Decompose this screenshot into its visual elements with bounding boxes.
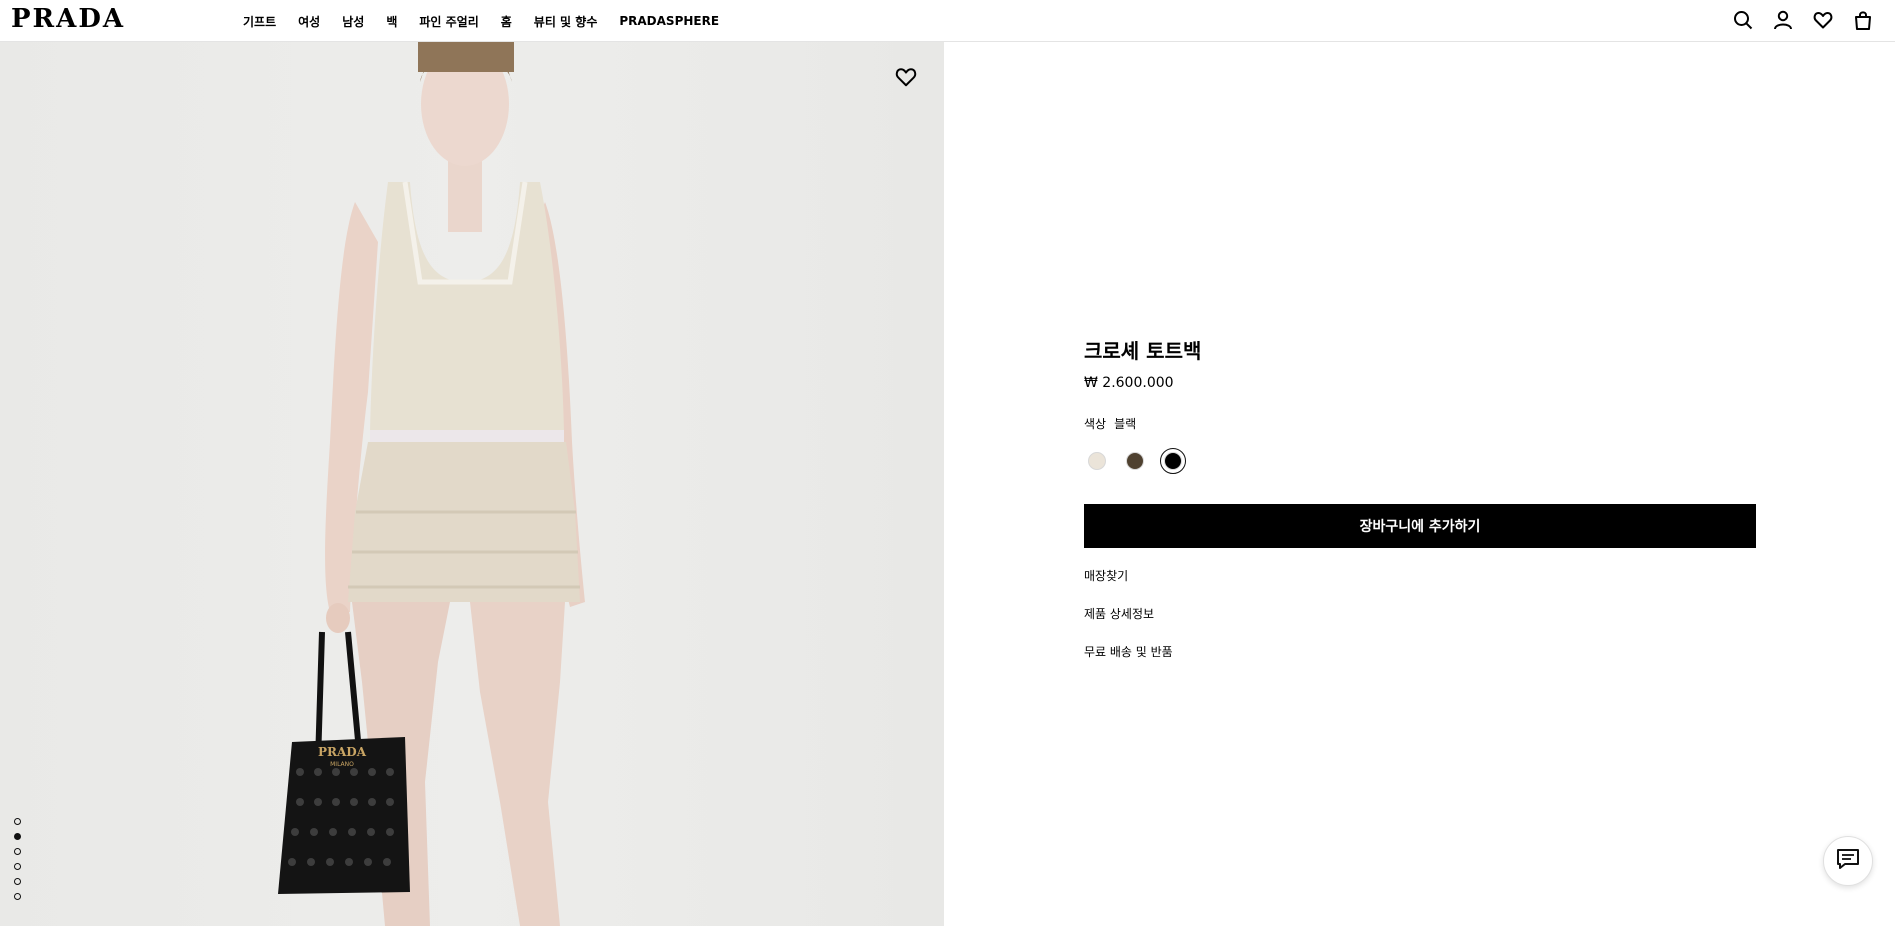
swatch-ivory-dot xyxy=(1088,452,1106,470)
nav-item-home[interactable]: 홈 xyxy=(501,13,512,30)
product-image-gallery[interactable]: PRADA MILANO xyxy=(0,42,944,926)
nav-item-men[interactable]: 남성 xyxy=(342,13,364,30)
swatch-brown[interactable] xyxy=(1122,448,1148,474)
swatch-ivory[interactable] xyxy=(1084,448,1110,474)
wishlist-icon[interactable] xyxy=(1811,8,1835,32)
site-header: PRADA 기프트 여성 남성 백 파인 주얼리 홈 뷰티 및 향수 PRADA… xyxy=(0,0,1895,42)
gallery-dot-4[interactable] xyxy=(14,863,21,870)
chat-icon xyxy=(1836,848,1860,874)
nav-item-women[interactable]: 여성 xyxy=(298,13,320,30)
main-nav: 기프트 여성 남성 백 파인 주얼리 홈 뷰티 및 향수 PRADASPHERE xyxy=(243,0,741,42)
product-price: ₩ 2.600.000 xyxy=(1084,375,1174,391)
color-swatches xyxy=(1084,448,1756,474)
gallery-dot-6[interactable] xyxy=(14,893,21,900)
nav-item-pradasphere[interactable]: PRADASPHERE xyxy=(619,14,719,28)
swatch-brown-dot xyxy=(1126,452,1144,470)
gallery-dot-1[interactable] xyxy=(14,818,21,825)
product-photo: PRADA MILANO xyxy=(278,42,585,926)
nav-item-bags[interactable]: 백 xyxy=(386,13,397,30)
gallery-dot-2[interactable] xyxy=(14,833,21,840)
find-store-link[interactable]: 매장찾기 xyxy=(1084,568,1756,584)
nav-item-beauty[interactable]: 뷰티 및 향수 xyxy=(534,13,598,30)
shipping-returns-link[interactable]: 무료 배송 및 반품 xyxy=(1084,644,1756,660)
swatch-black-dot xyxy=(1164,452,1182,470)
nav-item-gifts[interactable]: 기프트 xyxy=(243,13,276,30)
color-value: 블랙 xyxy=(1114,417,1137,431)
prada-logo[interactable]: PRADA xyxy=(11,4,125,34)
account-icon[interactable] xyxy=(1771,8,1795,32)
product-links: 매장찾기 제품 상세정보 무료 배송 및 반품 xyxy=(1084,568,1756,660)
header-icons xyxy=(1731,8,1875,32)
nav-item-fine-jewelry[interactable]: 파인 주얼리 xyxy=(419,13,478,30)
gallery-pagination xyxy=(14,818,21,900)
add-to-cart-button[interactable]: 장바구니에 추가하기 xyxy=(1084,504,1756,548)
search-icon[interactable] xyxy=(1731,8,1755,32)
bag-logo-text: PRADA xyxy=(318,745,367,759)
bag-icon[interactable] xyxy=(1851,8,1875,32)
product-details-link[interactable]: 제품 상세정보 xyxy=(1084,606,1756,622)
product-info-panel: 크로셰 토트백 ₩ 2.600.000 색상 블랙 장바구니에 추가하기 매장찾… xyxy=(1084,337,1756,682)
product-title: 크로셰 토트백 xyxy=(1084,339,1202,363)
color-label: 색상 xyxy=(1084,417,1107,431)
swatch-black[interactable] xyxy=(1160,448,1186,474)
image-wishlist-icon[interactable] xyxy=(895,66,919,90)
gallery-dot-5[interactable] xyxy=(14,878,21,885)
bag-logo-subtext: MILANO xyxy=(330,761,354,768)
chat-button[interactable] xyxy=(1823,836,1873,886)
gallery-dot-3[interactable] xyxy=(14,848,21,855)
color-selection-label: 색상 블랙 xyxy=(1084,415,1756,432)
